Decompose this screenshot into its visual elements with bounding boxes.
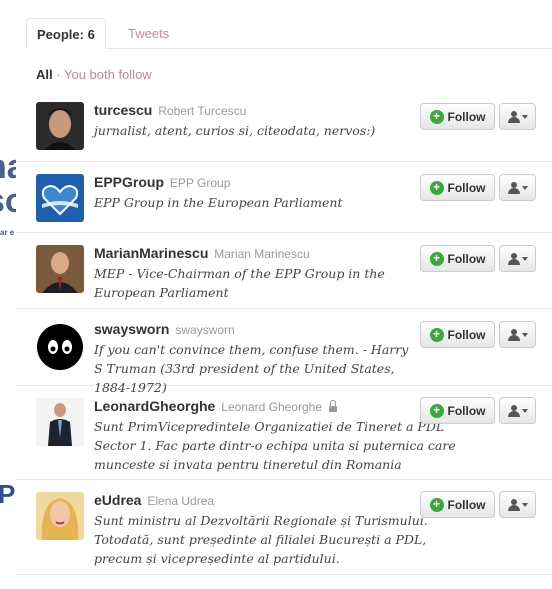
full-name: Robert Turcescu (158, 104, 247, 118)
full-name: EPP Group (169, 176, 231, 190)
screen-name[interactable]: MarianMarinescu (94, 245, 208, 261)
follow-label: Follow (447, 403, 486, 418)
user-actions-button[interactable] (499, 397, 536, 424)
list-item: EPPGroup EPP Group EPP Group in the Euro… (16, 162, 552, 233)
background-small-text: ar e (0, 228, 15, 237)
follow-filter: All · You both follow (36, 67, 152, 82)
filter-you-both-follow[interactable]: You both follow (64, 67, 152, 82)
plus-icon: + (429, 109, 444, 124)
people-list: turcescu Robert Turcescu jurnalist, aten… (16, 90, 552, 575)
bio: MEP - Vice-Chairman of the EPP Group in … (94, 266, 385, 300)
follow-label: Follow (447, 327, 486, 342)
caret-down-icon (521, 114, 528, 119)
follow-button[interactable]: + Follow (420, 491, 495, 518)
full-name: Leonard Gheorghe (221, 400, 322, 414)
filter-separator: · (56, 67, 61, 82)
person-info: EPPGroup EPP Group EPP Group in the Euro… (94, 173, 414, 212)
epp-heart-logo-icon (36, 174, 84, 222)
bio: EPP Group in the European Parliament (94, 195, 343, 210)
person-icon (507, 110, 520, 123)
plus-icon: + (429, 403, 444, 418)
avatar[interactable] (36, 398, 84, 446)
follow-button[interactable]: + Follow (420, 245, 495, 272)
follow-button[interactable]: + Follow (420, 103, 495, 130)
user-actions-button[interactable] (499, 174, 536, 201)
person-info: turcescu Robert Turcescu jurnalist, aten… (94, 101, 414, 140)
screen-name[interactable]: EPPGroup (94, 174, 164, 190)
list-item: swaysworn swaysworn If you can't convinc… (16, 309, 552, 395)
filter-all[interactable]: All (36, 67, 53, 82)
screen-name[interactable]: turcescu (94, 102, 152, 118)
bio: Sunt PrimVicepredintele Organizatiei de … (94, 419, 456, 472)
portrait-woman-blonde-icon (36, 492, 84, 540)
follow-label: Follow (447, 109, 486, 124)
person-icon (507, 498, 520, 511)
full-name: Marian Marinescu (214, 247, 310, 261)
follow-button[interactable]: + Follow (420, 397, 495, 424)
portrait-man-dark-icon (36, 102, 84, 150)
avatar[interactable] (36, 245, 84, 293)
caret-down-icon (521, 408, 528, 413)
lock-icon (328, 400, 337, 412)
caret-down-icon (521, 332, 528, 337)
full-name: Elena Udrea (147, 494, 215, 508)
person-info: eUdrea Elena Udrea Sunt ministru al Dezv… (94, 491, 464, 568)
plus-icon: + (429, 497, 444, 512)
follow-label: Follow (447, 497, 486, 512)
screen-name[interactable]: LeonardGheorghe (94, 398, 215, 414)
person-icon (507, 404, 520, 417)
list-item: eUdrea Elena Udrea Sunt ministru al Dezv… (16, 480, 552, 575)
user-actions-button[interactable] (499, 321, 536, 348)
avatar[interactable] (36, 323, 84, 371)
avatar[interactable] (36, 174, 84, 222)
portrait-man-suit-icon (36, 245, 84, 293)
background-letter: P (0, 479, 16, 509)
follow-button[interactable]: + Follow (420, 321, 495, 348)
avatar[interactable] (36, 102, 84, 150)
list-item: LeonardGheorghe Leonard Gheorghe Sunt Pr… (16, 386, 552, 480)
plus-icon: + (429, 251, 444, 266)
caret-down-icon (521, 185, 528, 190)
list-item: MarianMarinescu Marian Marinescu MEP - V… (16, 233, 552, 309)
portrait-man-standing-icon (36, 398, 84, 446)
person-icon (507, 328, 520, 341)
tab-bar: People: 6 Tweets (26, 18, 552, 49)
user-actions-button[interactable] (499, 103, 536, 130)
person-icon (507, 181, 520, 194)
tab-people[interactable]: People: 6 (26, 18, 106, 49)
screen-name[interactable]: eUdrea (94, 492, 141, 508)
plus-icon: + (429, 327, 444, 342)
person-icon (507, 252, 520, 265)
bio: jurnalist, atent, curios si, citeodata, … (94, 123, 376, 138)
caret-down-icon (521, 256, 528, 261)
tab-tweets[interactable]: Tweets (118, 18, 179, 49)
list-item: turcescu Robert Turcescu jurnalist, aten… (16, 90, 552, 162)
black-face-eyes-icon (36, 323, 84, 371)
plus-icon: + (429, 180, 444, 195)
user-actions-button[interactable] (499, 245, 536, 272)
bio: Sunt ministru al Dezvoltării Regionale ș… (94, 513, 428, 566)
people-panel: People: 6 Tweets All · You both follow t… (16, 0, 552, 589)
avatar[interactable] (36, 492, 84, 540)
user-actions-button[interactable] (499, 491, 536, 518)
screen-name[interactable]: swaysworn (94, 321, 169, 337)
full-name: swaysworn (175, 323, 235, 337)
follow-label: Follow (447, 180, 486, 195)
caret-down-icon (521, 502, 528, 507)
follow-button[interactable]: + Follow (420, 174, 495, 201)
person-info: MarianMarinescu Marian Marinescu MEP - V… (94, 244, 414, 302)
follow-label: Follow (447, 251, 486, 266)
